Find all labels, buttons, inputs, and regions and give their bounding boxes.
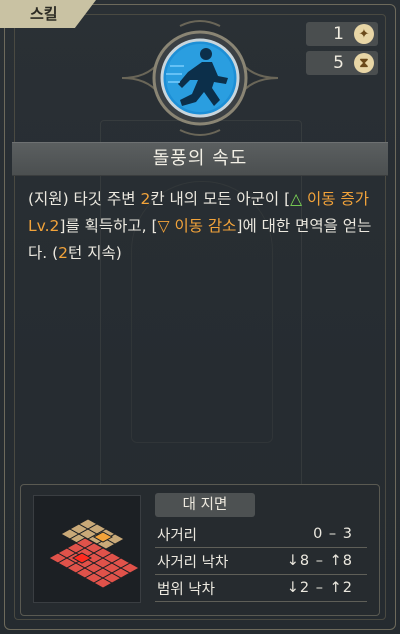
- skill-title: 돌풍의 속도: [12, 142, 388, 176]
- star-coin-icon: ✦: [354, 24, 374, 44]
- tab-skill[interactable]: 스킬: [0, 0, 96, 28]
- counter-cost-value: 1: [333, 24, 344, 44]
- range-grid-icon: [47, 518, 141, 589]
- stat-row-range: 사거리 0 – 3: [155, 521, 367, 548]
- counter-cooldown: 5 ⧗: [306, 51, 378, 75]
- skill-description: (지원) 타깃 주변 2칸 내의 모든 아군이 [△ 이동 증가Lv.2]를 획…: [28, 190, 372, 262]
- background-emblem: [100, 120, 302, 542]
- target-info-box: 대 지면 사거리 0 – 3 사거리 낙차 ↓8 – ↑8 범위 낙차 ↓2 –…: [20, 484, 380, 616]
- debuff-name: 이동 감소: [174, 217, 237, 235]
- target-stats: 대 지면 사거리 0 – 3 사거리 낙차 ↓8 – ↑8 범위 낙차 ↓2 –…: [155, 493, 367, 602]
- target-type-label: 대 지면: [155, 493, 255, 517]
- stat-row-range-height: 사거리 낙차 ↓8 – ↑8: [155, 548, 367, 575]
- duration-value: 2: [58, 244, 69, 262]
- hourglass-icon: ⧗: [354, 53, 374, 73]
- resource-counters: 1 ✦ 5 ⧗: [306, 22, 378, 80]
- range-value: 2: [140, 190, 151, 208]
- debuff-triangle-icon: ▽: [157, 217, 170, 235]
- counter-cooldown-value: 5: [333, 53, 344, 73]
- stat-row-area-height: 범위 낙차 ↓2 – ↑2: [155, 575, 367, 602]
- skill-panel: 스킬 1 ✦ 5 ⧗ 돌풍의 속도 (지원) 타깃 주변 2칸 내의 모든 아군…: [0, 0, 400, 634]
- range-map: [33, 495, 141, 603]
- buff-triangle-icon: △: [290, 190, 303, 208]
- skill-emblem: [121, 20, 279, 136]
- counter-cost: 1 ✦: [306, 22, 378, 46]
